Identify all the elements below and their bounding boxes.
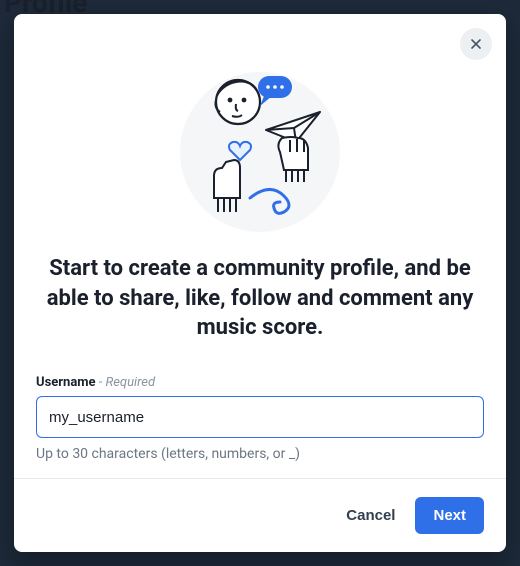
create-profile-dialog: Start to create a community profile, and… <box>14 14 506 552</box>
profile-illustration <box>180 72 340 232</box>
username-required-text: - Required <box>99 375 155 390</box>
username-field: Username - Required Up to 30 characters … <box>36 375 484 462</box>
username-label-row: Username - Required <box>36 375 484 390</box>
dialog-body: Start to create a community profile, and… <box>14 14 506 478</box>
username-label: Username <box>36 375 96 390</box>
username-input[interactable] <box>36 396 484 438</box>
close-button[interactable] <box>460 28 492 60</box>
next-button[interactable]: Next <box>415 497 484 534</box>
cancel-button[interactable]: Cancel <box>340 499 401 532</box>
dialog-footer: Cancel Next <box>14 478 506 552</box>
close-icon <box>468 36 484 52</box>
username-helper-text: Up to 30 characters (letters, numbers, o… <box>36 446 484 462</box>
dialog-heading: Start to create a community profile, and… <box>36 254 484 343</box>
